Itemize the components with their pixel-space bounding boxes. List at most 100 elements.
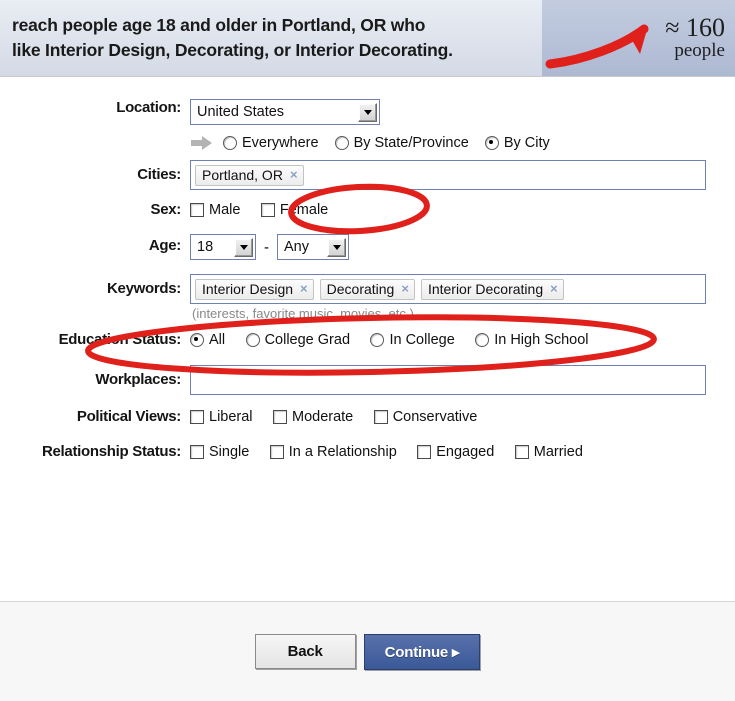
- keywords-hint: (interests, favorite music, movies, etc.…: [192, 306, 414, 321]
- keyword-token-label: Interior Design: [202, 280, 294, 297]
- relationship-option-married[interactable]: Married: [514, 444, 583, 460]
- age-min-value: 18: [197, 239, 214, 255]
- age-label: Age:: [148, 237, 181, 254]
- checkbox-in-a-relationship[interactable]: [269, 445, 284, 459]
- chevron-down-icon[interactable]: [358, 102, 377, 122]
- checkbox-conservative[interactable]: [373, 410, 388, 424]
- continue-button-label: Continue: [384, 643, 449, 661]
- checkbox-male[interactable]: [190, 203, 204, 217]
- cities-label: Cities:: [137, 166, 181, 183]
- location-label: Location:: [116, 99, 181, 116]
- continue-button[interactable]: Continue ▸: [363, 633, 481, 670]
- keyword-token[interactable]: Decorating ×: [319, 278, 415, 300]
- row-political-views: Political Views: Liberal Moderate Conser…: [0, 408, 735, 429]
- education-option-in-high-school[interactable]: In High School: [475, 332, 589, 348]
- sex-option-label: Male: [209, 202, 241, 218]
- sex-option-male[interactable]: Male: [190, 202, 240, 218]
- back-button[interactable]: Back: [254, 634, 356, 669]
- targeting-form: Location: United States Everywhere By St…: [0, 77, 735, 602]
- age-max-value: Any: [284, 239, 309, 255]
- row-location: Location: United States: [0, 99, 735, 125]
- audience-estimate-label: people: [674, 40, 725, 62]
- age-min-select[interactable]: 18: [190, 234, 256, 260]
- scope-option-label: By State/Province: [353, 135, 469, 151]
- radio-in-high-school[interactable]: [475, 333, 490, 347]
- education-option-all[interactable]: All: [190, 332, 225, 348]
- sex-option-female[interactable]: Female: [260, 202, 329, 218]
- row-keywords: Keywords: Interior Design × Decorating ×…: [0, 274, 735, 321]
- political-option-label: Liberal: [209, 409, 253, 425]
- row-location-scope: Everywhere By State/Province By City: [0, 133, 735, 151]
- sex-label: Sex:: [150, 201, 182, 218]
- education-option-label: In College: [389, 332, 455, 348]
- keyword-token[interactable]: Interior Decorating ×: [420, 278, 564, 300]
- relationship-option-single[interactable]: Single: [190, 444, 249, 460]
- relationship-option-label: In a Relationship: [288, 444, 397, 460]
- row-relationship-status: Relationship Status: Single In a Relatio…: [0, 443, 735, 464]
- radio-by-city[interactable]: [484, 136, 499, 150]
- radio-all[interactable]: [190, 333, 204, 347]
- location-select-value: United States: [197, 104, 285, 120]
- checkbox-married[interactable]: [514, 445, 529, 459]
- education-option-label: College Grad: [264, 332, 351, 348]
- scope-option-by-city[interactable]: By City: [484, 135, 550, 151]
- age-max-select[interactable]: Any: [277, 234, 349, 260]
- row-education: Education Status: All College Grad In Co…: [0, 331, 735, 352]
- political-option-liberal[interactable]: Liberal: [190, 409, 253, 425]
- close-icon[interactable]: ×: [550, 281, 558, 296]
- location-select[interactable]: United States: [190, 99, 380, 125]
- sex-option-label: Female: [279, 202, 329, 218]
- keywords-label: Keywords:: [107, 280, 181, 297]
- workplaces-label: Workplaces:: [95, 371, 181, 388]
- education-label: Education Status:: [58, 331, 182, 348]
- cities-input[interactable]: Portland, OR ×: [190, 160, 706, 190]
- keyword-token-label: Interior Decorating: [427, 280, 544, 297]
- relationship-option-label: Engaged: [436, 444, 495, 460]
- radio-everywhere[interactable]: [223, 136, 237, 150]
- education-option-label: All: [209, 332, 226, 348]
- scope-option-by-state[interactable]: By State/Province: [334, 135, 469, 151]
- education-option-in-college[interactable]: In College: [370, 332, 455, 348]
- chevron-down-icon[interactable]: [234, 237, 253, 257]
- keyword-token[interactable]: Interior Design ×: [195, 278, 314, 300]
- checkbox-female[interactable]: [260, 203, 275, 217]
- relationship-status-label: Relationship Status:: [41, 443, 181, 460]
- checkbox-liberal[interactable]: [190, 410, 204, 424]
- row-age: Age: 18 - Any: [0, 234, 735, 260]
- political-option-moderate[interactable]: Moderate: [272, 409, 353, 425]
- row-cities: Cities: Portland, OR ×: [0, 160, 735, 190]
- chevron-right-icon: ▸: [452, 643, 460, 661]
- city-token[interactable]: Portland, OR ×: [195, 164, 304, 186]
- radio-college-grad[interactable]: [245, 333, 260, 347]
- close-icon[interactable]: ×: [300, 281, 308, 296]
- checkbox-moderate[interactable]: [272, 410, 287, 424]
- political-option-conservative[interactable]: Conservative: [373, 409, 478, 425]
- checkbox-engaged[interactable]: [417, 445, 432, 459]
- education-option-college-grad[interactable]: College Grad: [245, 332, 351, 348]
- audience-estimate-count: ≈ 160: [665, 12, 725, 42]
- radio-in-college[interactable]: [370, 333, 385, 347]
- close-icon[interactable]: ×: [290, 167, 298, 182]
- scope-option-label: Everywhere: [242, 135, 319, 151]
- summary-sentence-panel: reach people age 18 and older in Portlan…: [0, 0, 542, 76]
- summary-sentence: reach people age 18 and older in Portlan…: [12, 15, 453, 60]
- chevron-down-icon[interactable]: [327, 237, 346, 257]
- relationship-option-label: Married: [533, 444, 583, 460]
- relationship-option-in-a-relationship[interactable]: In a Relationship: [269, 444, 397, 460]
- relationship-option-engaged[interactable]: Engaged: [417, 444, 494, 460]
- close-icon[interactable]: ×: [401, 281, 409, 296]
- political-option-label: Conservative: [392, 409, 478, 425]
- scope-option-everywhere[interactable]: Everywhere: [223, 135, 319, 151]
- workplaces-input[interactable]: [190, 365, 706, 395]
- row-sex: Sex: Male Female: [0, 201, 735, 222]
- row-workplaces: Workplaces:: [0, 365, 735, 395]
- checkbox-single[interactable]: [190, 445, 204, 459]
- keywords-input[interactable]: Interior Design × Decorating × Interior …: [190, 274, 706, 304]
- relationship-option-label: Single: [209, 444, 250, 460]
- city-token-label: Portland, OR: [202, 166, 283, 183]
- radio-by-state[interactable]: [334, 136, 349, 150]
- red-arrow-icon: [545, 24, 649, 69]
- audience-estimate-panel: ≈ 160 people: [542, 0, 735, 76]
- education-option-label: In High School: [494, 332, 589, 348]
- right-arrow-icon: [191, 136, 212, 150]
